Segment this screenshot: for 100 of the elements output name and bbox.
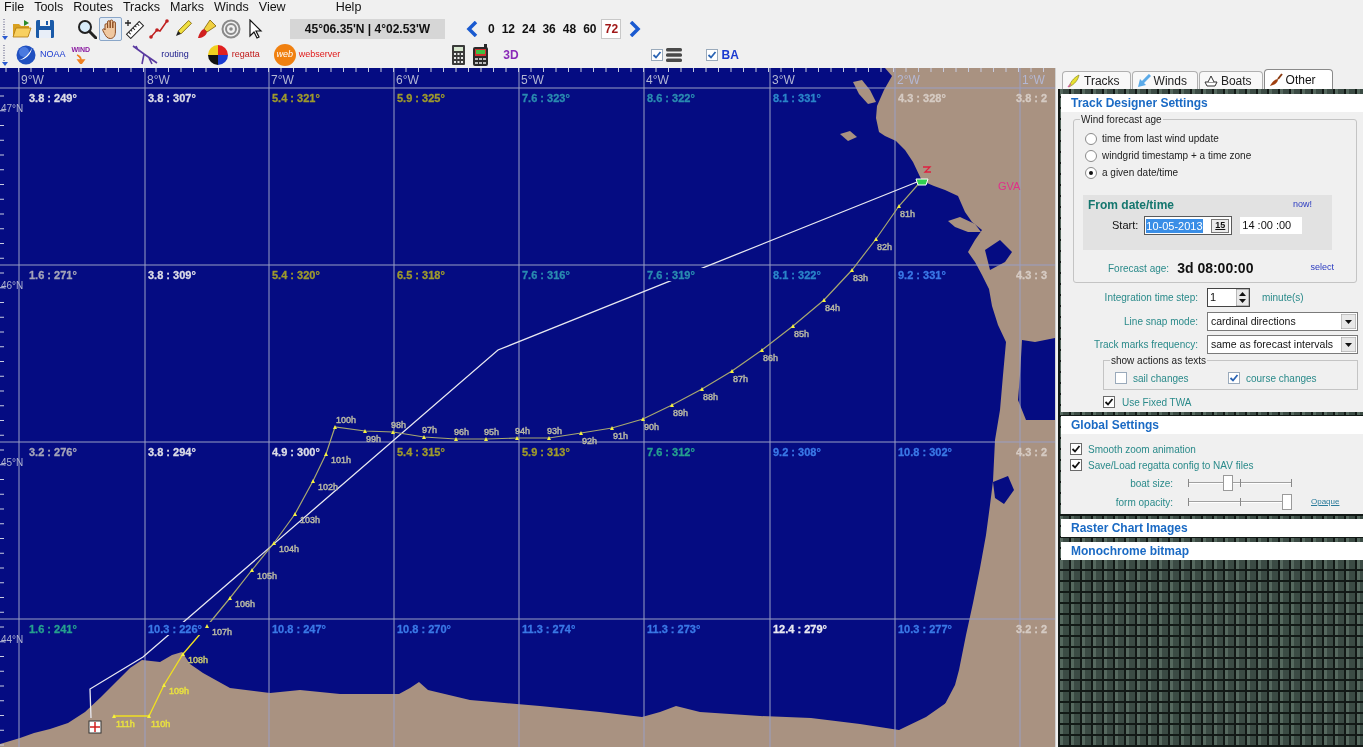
longitude-label: 1°W	[1022, 73, 1045, 87]
forecast-hour-button[interactable]: 60	[581, 18, 599, 39]
dropdown[interactable]: same as forecast intervals	[1207, 335, 1358, 354]
regatta-button[interactable]: regatta	[206, 44, 260, 66]
wind-reading: 7.6 : 323°	[522, 92, 570, 104]
calendar-button[interactable]: 15	[1211, 218, 1230, 233]
track-mark-icon	[363, 429, 367, 433]
wind-reading: 3.8 : 249°	[29, 92, 77, 104]
chevron-left-icon[interactable]	[466, 20, 478, 37]
route-tool-button[interactable]	[147, 16, 170, 41]
checkbox[interactable]	[1228, 372, 1240, 384]
tab[interactable]: Winds	[1131, 71, 1198, 89]
track-mark-icon	[272, 541, 276, 545]
number-field[interactable]: 1	[1207, 288, 1250, 307]
stacked-bars-icon[interactable]	[665, 48, 682, 62]
slider-track[interactable]	[1188, 475, 1292, 491]
pan-tool-button[interactable]	[99, 16, 122, 41]
dropdown[interactable]: cardinal directions	[1207, 312, 1358, 331]
track-mark-icon	[205, 624, 209, 628]
longitude-label: 2°W	[897, 73, 920, 87]
radio-button[interactable]	[1085, 133, 1097, 145]
checkbox[interactable]	[1070, 459, 1082, 471]
hour-label: 85h	[794, 329, 810, 339]
track-mark-icon	[391, 430, 395, 434]
hour-label: 87h	[733, 374, 749, 384]
slider-track[interactable]	[1188, 494, 1292, 510]
route-icon	[148, 18, 169, 39]
section-header[interactable]: Track Designer Settings	[1061, 94, 1363, 112]
tab[interactable]: Other	[1263, 69, 1333, 89]
section-header[interactable]: Global Settings	[1061, 416, 1363, 434]
latitude-label: 45°N	[1, 457, 24, 468]
field-label: Track marks frequency:	[1092, 338, 1198, 352]
open-folder-icon[interactable]	[12, 18, 32, 39]
toolbar-grip-icon[interactable]	[2, 17, 8, 40]
section-header[interactable]: Monochrome bitmap	[1061, 542, 1363, 560]
field-label: Integration time step:	[1103, 291, 1198, 305]
wind-reading: 10.8 : 247°	[272, 623, 326, 635]
hour-label: 91h	[613, 431, 629, 441]
checkbox[interactable]	[650, 49, 663, 61]
now-link[interactable]: now!	[1293, 198, 1312, 212]
hour-label: 103h	[300, 515, 321, 525]
slider-label: form opacity:	[1114, 495, 1173, 510]
menu-item[interactable]: Winds	[210, 0, 253, 15]
date-field[interactable]: 10-05-2013 15	[1144, 216, 1233, 235]
menu-item[interactable]: Tools	[30, 0, 68, 15]
webserver-button[interactable]: web webserver	[273, 44, 341, 66]
checkbox[interactable]	[1103, 396, 1115, 408]
wind-reading: 1.6 : 271°	[29, 269, 77, 281]
routing-button[interactable]: routing	[132, 45, 189, 65]
calculator-icon[interactable]	[452, 45, 466, 65]
checkbox[interactable]	[705, 49, 718, 61]
noaa-button[interactable]: NOAA	[16, 45, 66, 65]
menu-item[interactable]: Marks	[166, 0, 209, 15]
menu-item[interactable]: Tracks	[118, 0, 164, 15]
caret-icon[interactable]	[1341, 314, 1356, 329]
radio-button[interactable]	[1085, 150, 1097, 162]
box-title: From date/time	[1088, 198, 1174, 212]
tab[interactable]: Tracks	[1062, 71, 1131, 89]
handheld-device-icon[interactable]	[472, 44, 490, 66]
slider-thumb[interactable]	[1222, 475, 1233, 491]
menu-item[interactable]: Routes	[69, 0, 117, 15]
boat-icon	[1203, 73, 1218, 88]
wind-reading: 8.1 : 331°	[773, 92, 821, 104]
3d-button[interactable]: 3D	[503, 46, 519, 64]
quartered-circle-icon	[206, 44, 229, 66]
checkbox[interactable]	[1070, 443, 1082, 455]
forecast-hour-button[interactable]: 24	[520, 18, 538, 39]
track-mark-icon	[333, 425, 337, 429]
menu-item[interactable]: File	[0, 0, 29, 15]
radio-button[interactable]	[1085, 167, 1097, 179]
track-mark-icon	[791, 324, 795, 328]
checkbox[interactable]	[1115, 372, 1127, 384]
wind-reading: 10.8 : 302°	[898, 446, 952, 458]
section-header[interactable]: Raster Chart Images	[1061, 519, 1363, 537]
longitude-label: 9°W	[21, 73, 44, 87]
track-mark-icon	[250, 568, 254, 572]
spinner-arrows-icon[interactable]	[1236, 289, 1249, 306]
inlet-water	[985, 240, 1012, 270]
tab[interactable]: Boats	[1198, 71, 1263, 89]
hour-label: 90h	[644, 422, 660, 432]
track-mark-icon	[181, 652, 185, 656]
forecast-hour-button[interactable]: 12	[499, 18, 518, 39]
globe-icon	[16, 45, 36, 65]
menu-item[interactable]: View	[254, 0, 290, 15]
wind-reading: 9.2 : 308°	[773, 446, 821, 458]
caret-icon[interactable]	[1341, 337, 1356, 352]
wind-reading: 3.8 : 307°	[148, 92, 196, 104]
forecast-hour-button[interactable]: 48	[560, 18, 579, 39]
menu-item[interactable]: Help	[331, 0, 366, 15]
slider-thumb[interactable]	[1282, 494, 1292, 510]
toolbar-grip-icon[interactable]	[2, 44, 8, 66]
forecast-hour-button[interactable]: 0	[486, 18, 497, 39]
chevron-right-icon[interactable]	[629, 20, 642, 37]
branching-lines-icon	[132, 45, 159, 65]
opaque-link[interactable]: Opaque	[1311, 496, 1340, 508]
wind-reading: 8.6 : 322°	[647, 92, 695, 104]
forecast-hour-button[interactable]: 72	[601, 18, 622, 39]
time-field[interactable]: 14 :00 :00	[1240, 217, 1303, 234]
select-link[interactable]: select	[1310, 261, 1334, 275]
forecast-hour-button[interactable]: 36	[540, 18, 558, 39]
